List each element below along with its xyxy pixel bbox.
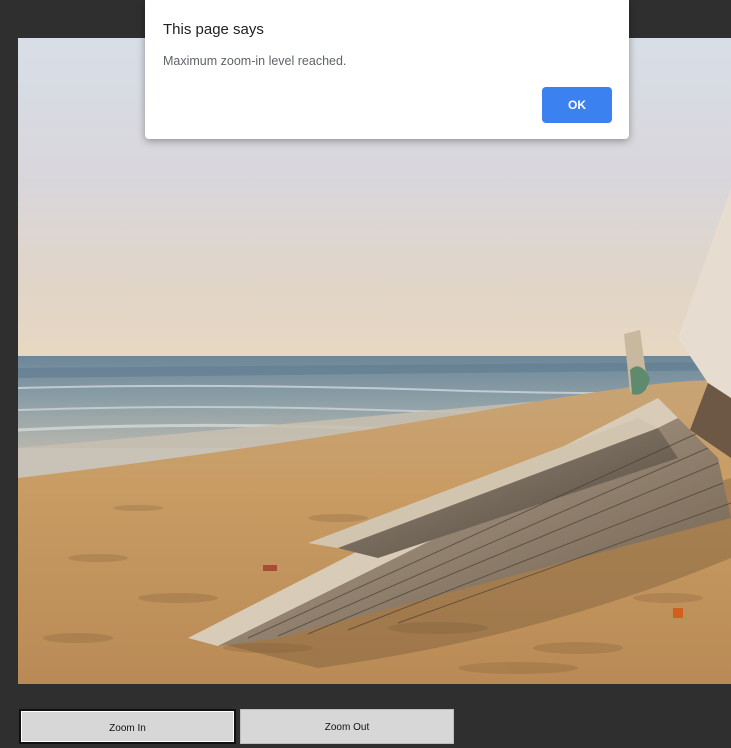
ok-button[interactable]: OK xyxy=(542,87,612,123)
dialog-message: Maximum zoom-in level reached. xyxy=(163,54,347,68)
alert-dialog: This page says Maximum zoom-in level rea… xyxy=(145,0,629,139)
zoom-controls: Zoom In Zoom Out xyxy=(0,698,731,748)
dialog-title: This page says xyxy=(163,21,264,38)
page-background: Zoom In Zoom Out This page says Maximum … xyxy=(0,0,731,748)
zoom-out-button[interactable]: Zoom Out xyxy=(240,709,454,744)
zoom-in-button[interactable]: Zoom In xyxy=(19,709,236,744)
